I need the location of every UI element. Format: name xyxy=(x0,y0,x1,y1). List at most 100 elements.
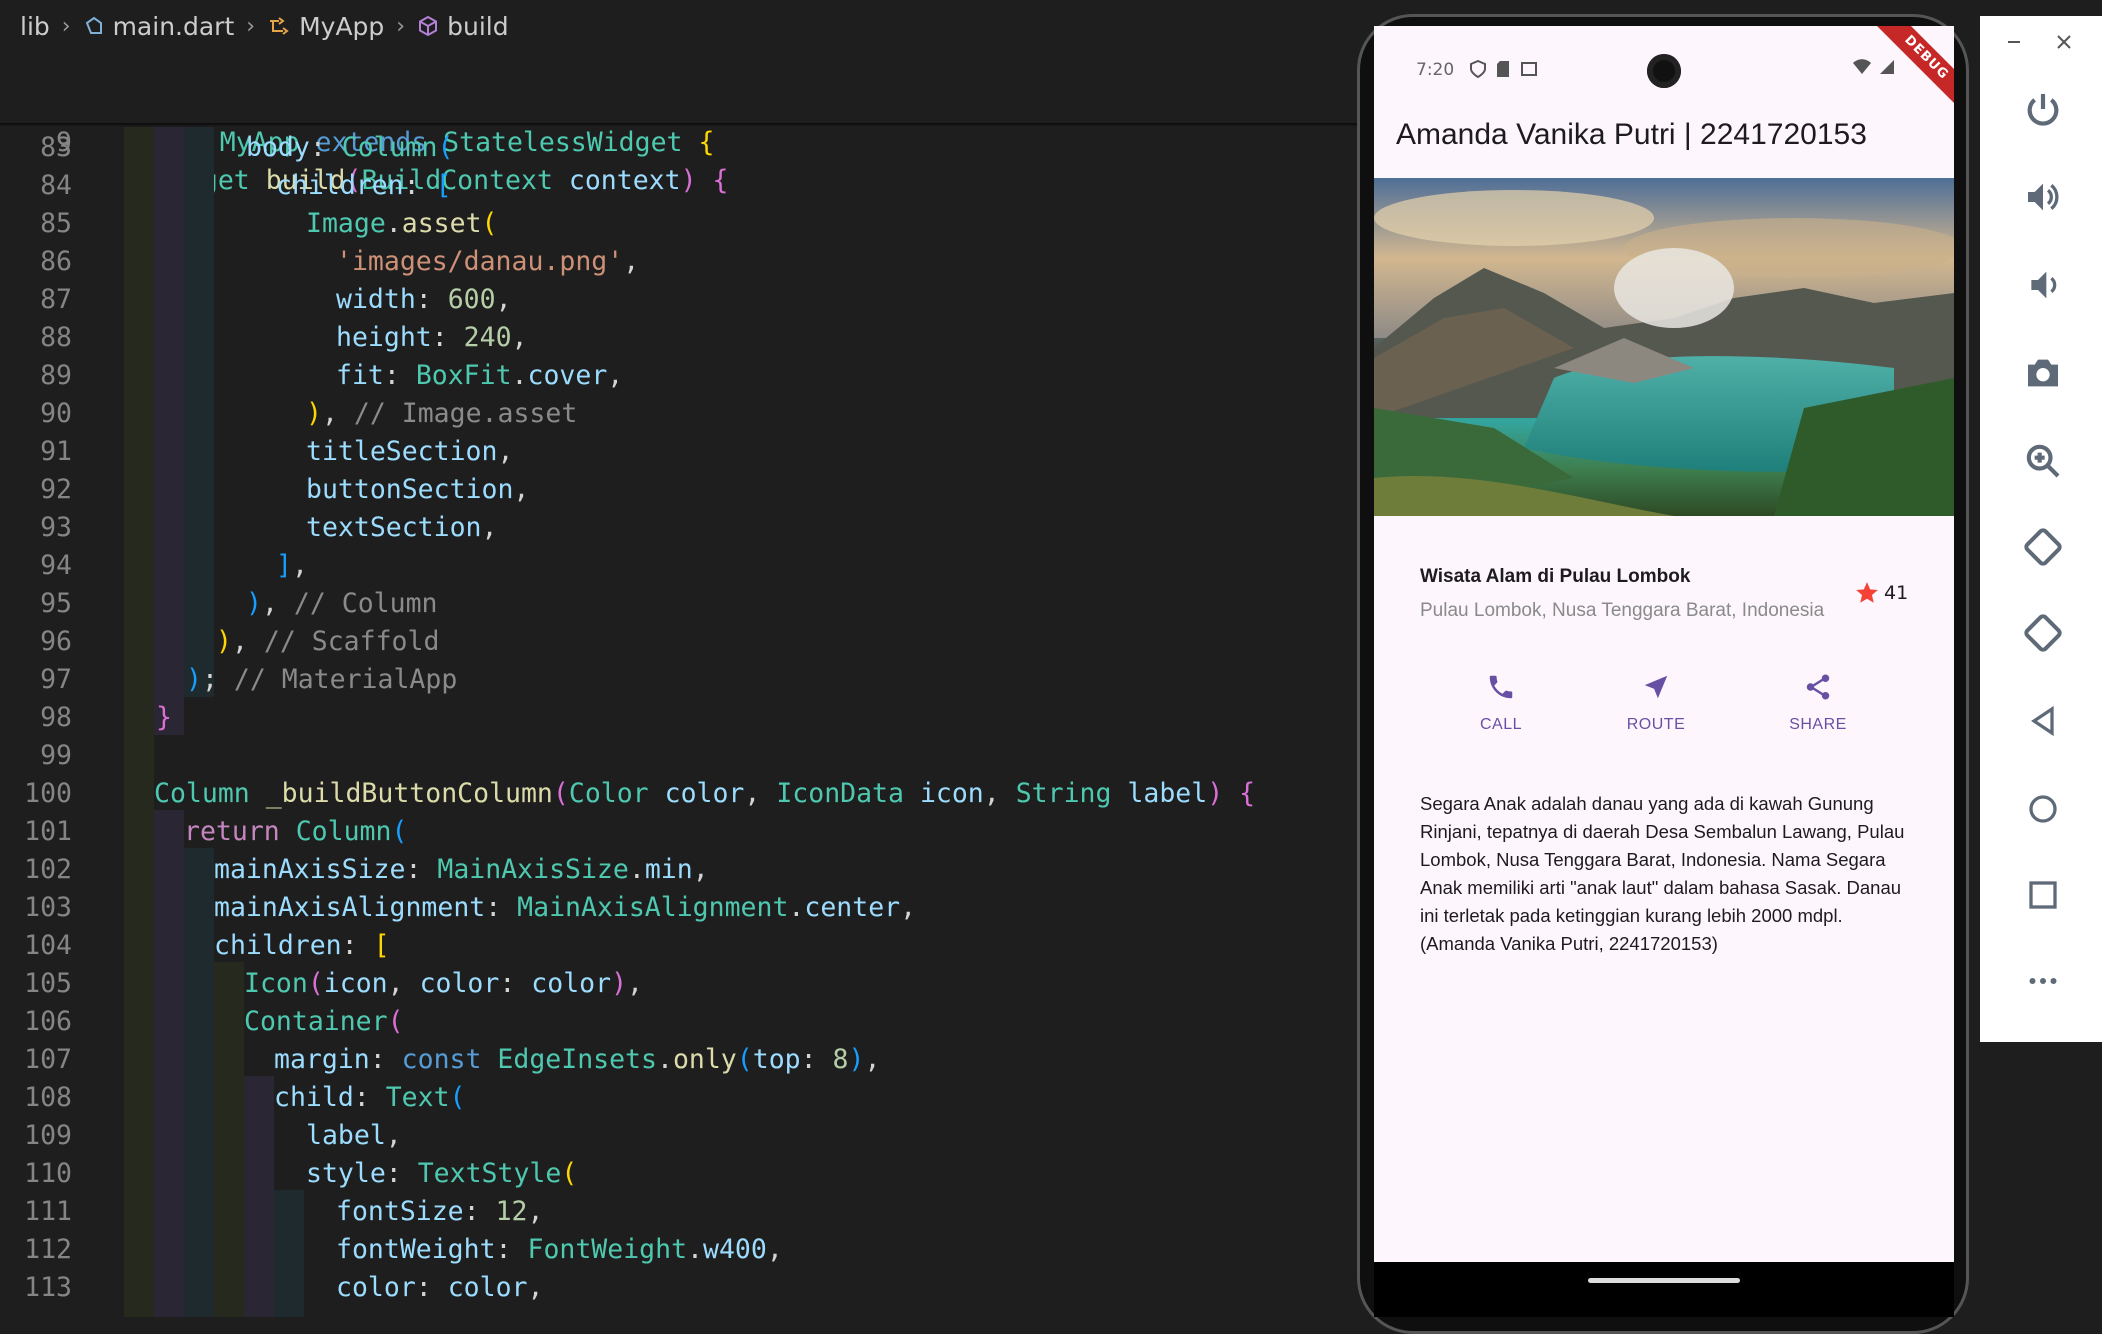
code-line[interactable]: 107 margin: const EdgeInsets.only(top: 8)… xyxy=(0,1041,1360,1079)
code-line[interactable]: 84 children: [ xyxy=(0,167,1360,205)
line-number: 108 xyxy=(24,1082,72,1113)
line-number: 96 xyxy=(40,626,72,657)
sticky-line[interactable]: 5 class MyApp extends StatelessWidget { xyxy=(0,48,1360,158)
code-text: ), // Scaffold xyxy=(216,626,440,657)
code-line[interactable]: 105 Icon(icon, color: color), xyxy=(0,965,1360,1003)
volume-down-button[interactable] xyxy=(2020,262,2066,308)
code-line[interactable]: 98} xyxy=(0,699,1360,737)
volume-down-icon xyxy=(2031,271,2057,299)
code-text: children: [ xyxy=(276,170,452,201)
line-number: 85 xyxy=(40,208,72,239)
rating: 41 xyxy=(1854,580,1908,606)
volume-up-button[interactable] xyxy=(2020,174,2066,220)
wifi-icon xyxy=(1853,59,1871,74)
rotate-left-icon xyxy=(2024,528,2062,566)
code-line[interactable]: 104 children: [ xyxy=(0,927,1360,965)
code-line[interactable]: 113 color: color, xyxy=(0,1269,1360,1307)
description-body: Segara Anak adalah danau yang ada di kaw… xyxy=(1420,793,1905,954)
code-line[interactable]: 92 buttonSection, xyxy=(0,471,1360,509)
code-text: mainAxisSize: MainAxisSize.min, xyxy=(214,854,709,885)
code-line[interactable]: 99 xyxy=(0,737,1360,775)
power-icon xyxy=(2027,94,2059,126)
code-text: label, xyxy=(306,1120,402,1151)
power-button[interactable] xyxy=(2020,86,2066,132)
line-number: 111 xyxy=(24,1196,72,1227)
more-button[interactable] xyxy=(2020,958,2066,1004)
code-editor[interactable]: lib › main.dart › MyApp › build 5 class … xyxy=(0,0,1360,1317)
breadcrumb-folder[interactable]: lib xyxy=(20,12,50,41)
line-number: 94 xyxy=(40,550,72,581)
minimize-icon xyxy=(2008,41,2020,43)
breadcrumb-file[interactable]: main.dart xyxy=(83,12,234,41)
zoom-icon xyxy=(2026,444,2060,478)
code-line[interactable]: 86 'images/danau.png', xyxy=(0,243,1360,281)
code-line[interactable]: 108 child: Text( xyxy=(0,1079,1360,1117)
code-line[interactable]: 93 textSection, xyxy=(0,509,1360,547)
code-text: children: [ xyxy=(214,930,390,961)
navigation-bar xyxy=(1374,1262,1954,1317)
code-line[interactable]: 90 ), // Image.asset xyxy=(0,395,1360,433)
back-icon xyxy=(2031,705,2054,737)
call-button[interactable]: CALL xyxy=(1431,672,1571,734)
call-label: CALL xyxy=(1479,716,1523,733)
code-line[interactable]: 100 Column _buildButtonColumn(Color color… xyxy=(0,775,1360,813)
code-line[interactable]: 110 style: TextStyle( xyxy=(0,1155,1360,1193)
code-text: return Column( xyxy=(184,816,408,847)
line-number: 84 xyxy=(40,170,72,201)
line-number: 104 xyxy=(24,930,72,961)
code-line[interactable]: 94], xyxy=(0,547,1360,585)
sticky-line[interactable]: 9 Widget build(BuildContext context) { xyxy=(0,86,1360,196)
close-button[interactable] xyxy=(2046,24,2082,60)
breadcrumb-class-label: MyApp xyxy=(299,11,385,41)
code-text: ), // Image.asset xyxy=(306,398,578,429)
overview-button[interactable] xyxy=(2020,872,2066,918)
code-line[interactable]: 111 fontSize: 12, xyxy=(0,1193,1360,1231)
code-line[interactable]: 89 fit: BoxFit.cover, xyxy=(0,357,1360,395)
code-text: margin: const EdgeInsets.only(top: 8), xyxy=(274,1044,881,1075)
code-line[interactable]: 83 body: Column( xyxy=(0,129,1360,167)
route-button[interactable]: ROUTE xyxy=(1586,672,1726,734)
code-line[interactable]: 91 titleSection, xyxy=(0,433,1360,471)
code-line[interactable]: 109 label, xyxy=(0,1117,1360,1155)
phone-screen[interactable]: 7:20 DEBUG Amanda Vanika Putri | 2241720… xyxy=(1374,26,1954,1317)
code-text: 'images/danau.png', xyxy=(336,246,640,277)
code-text: ), // Column xyxy=(246,588,438,619)
line-number: 90 xyxy=(40,398,72,429)
rotate-left-button[interactable] xyxy=(2020,524,2066,570)
code-text: width: 600, xyxy=(336,284,512,315)
minimize-button[interactable] xyxy=(1996,24,2032,60)
code-line[interactable]: 96 ), // Scaffold xyxy=(0,623,1360,661)
code-text: Column _buildButtonColumn(Color color, I… xyxy=(154,778,1256,809)
line-number: 92 xyxy=(40,474,72,505)
code-line[interactable]: 106 Container( xyxy=(0,1003,1360,1041)
code-line[interactable]: 101 return Column( xyxy=(0,813,1360,851)
line-number: 112 xyxy=(24,1234,72,1265)
code-line[interactable]: 85 Image.asset( xyxy=(0,205,1360,243)
breadcrumb-method[interactable]: build xyxy=(417,12,509,41)
code-line[interactable]: 88 height: 240, xyxy=(0,319,1360,357)
place-subtitle: Pulau Lombok, Nusa Tenggara Barat, Indon… xyxy=(1420,600,1825,621)
method-icon xyxy=(419,15,438,37)
code-line[interactable]: 87 width: 600, xyxy=(0,281,1360,319)
line-number: 99 xyxy=(40,740,72,771)
share-button[interactable]: SHARE xyxy=(1748,672,1888,734)
code-line[interactable]: 95), // Column xyxy=(0,585,1360,623)
chevron-right-icon: › xyxy=(61,13,71,39)
home-button[interactable] xyxy=(2020,786,2066,832)
overview-icon xyxy=(2029,881,2057,909)
breadcrumb-class[interactable]: MyApp xyxy=(267,12,384,41)
share-label: SHARE xyxy=(1789,716,1847,733)
route-label: ROUTE xyxy=(1626,716,1686,733)
zoom-button[interactable] xyxy=(2020,438,2066,484)
navigation-icon xyxy=(1644,675,1668,699)
code-line[interactable]: 112 fontWeight: FontWeight.w400, xyxy=(0,1231,1360,1269)
line-number: 93 xyxy=(40,512,72,543)
code-line[interactable]: 97); // MaterialApp xyxy=(0,661,1360,699)
code-line[interactable]: 102 mainAxisSize: MainAxisSize.min, xyxy=(0,851,1360,889)
screenshot-button[interactable] xyxy=(2020,350,2066,396)
gesture-handle[interactable] xyxy=(1588,1278,1740,1283)
rotate-right-button[interactable] xyxy=(2020,610,2066,656)
back-button[interactable] xyxy=(2020,698,2066,744)
code-text: height: 240, xyxy=(336,322,528,353)
code-line[interactable]: 103 mainAxisAlignment: MainAxisAlignment.… xyxy=(0,889,1360,927)
